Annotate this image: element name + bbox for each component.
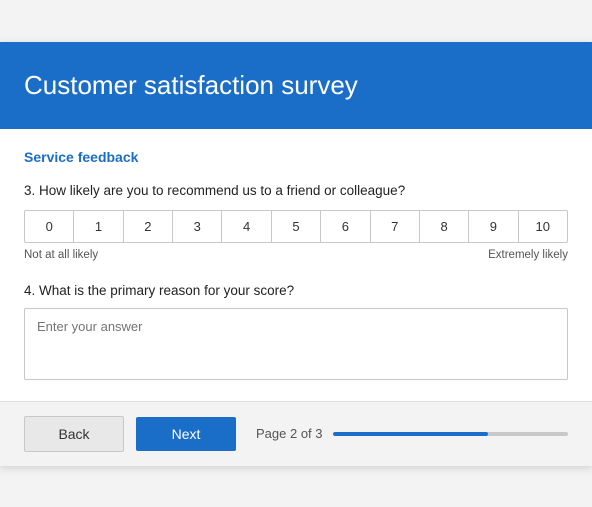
question-4-label: 4. What is the primary reason for your s… xyxy=(24,283,568,298)
rating-2[interactable]: 2 xyxy=(124,211,173,242)
progress-bar-track xyxy=(333,432,569,436)
rating-8[interactable]: 8 xyxy=(420,211,469,242)
low-label: Not at all likely xyxy=(24,249,98,261)
rating-7[interactable]: 7 xyxy=(371,211,420,242)
rating-labels: Not at all likely Extremely likely xyxy=(24,249,568,261)
rating-4[interactable]: 4 xyxy=(222,211,271,242)
survey-footer: Back Next Page 2 of 3 xyxy=(0,401,592,466)
rating-scale: 0 1 2 3 4 5 6 7 8 9 10 xyxy=(24,210,568,243)
back-button[interactable]: Back xyxy=(24,416,124,452)
survey-container: Customer satisfaction survey Service fee… xyxy=(0,42,592,466)
high-label: Extremely likely xyxy=(488,249,568,261)
answer-textarea[interactable] xyxy=(24,308,568,380)
survey-body: Service feedback 3. How likely are you t… xyxy=(0,129,592,401)
rating-0[interactable]: 0 xyxy=(25,211,74,242)
survey-header: Customer satisfaction survey xyxy=(0,42,592,129)
next-button[interactable]: Next xyxy=(136,417,236,451)
rating-1[interactable]: 1 xyxy=(74,211,123,242)
section-title: Service feedback xyxy=(24,149,568,165)
rating-3[interactable]: 3 xyxy=(173,211,222,242)
rating-9[interactable]: 9 xyxy=(469,211,518,242)
rating-5[interactable]: 5 xyxy=(272,211,321,242)
survey-title: Customer satisfaction survey xyxy=(24,70,568,101)
rating-10[interactable]: 10 xyxy=(519,211,567,242)
rating-6[interactable]: 6 xyxy=(321,211,370,242)
page-info: Page 2 of 3 xyxy=(256,426,568,441)
question-3-label: 3. How likely are you to recommend us to… xyxy=(24,183,568,198)
page-label: Page 2 of 3 xyxy=(256,426,323,441)
progress-bar-fill xyxy=(333,432,488,436)
